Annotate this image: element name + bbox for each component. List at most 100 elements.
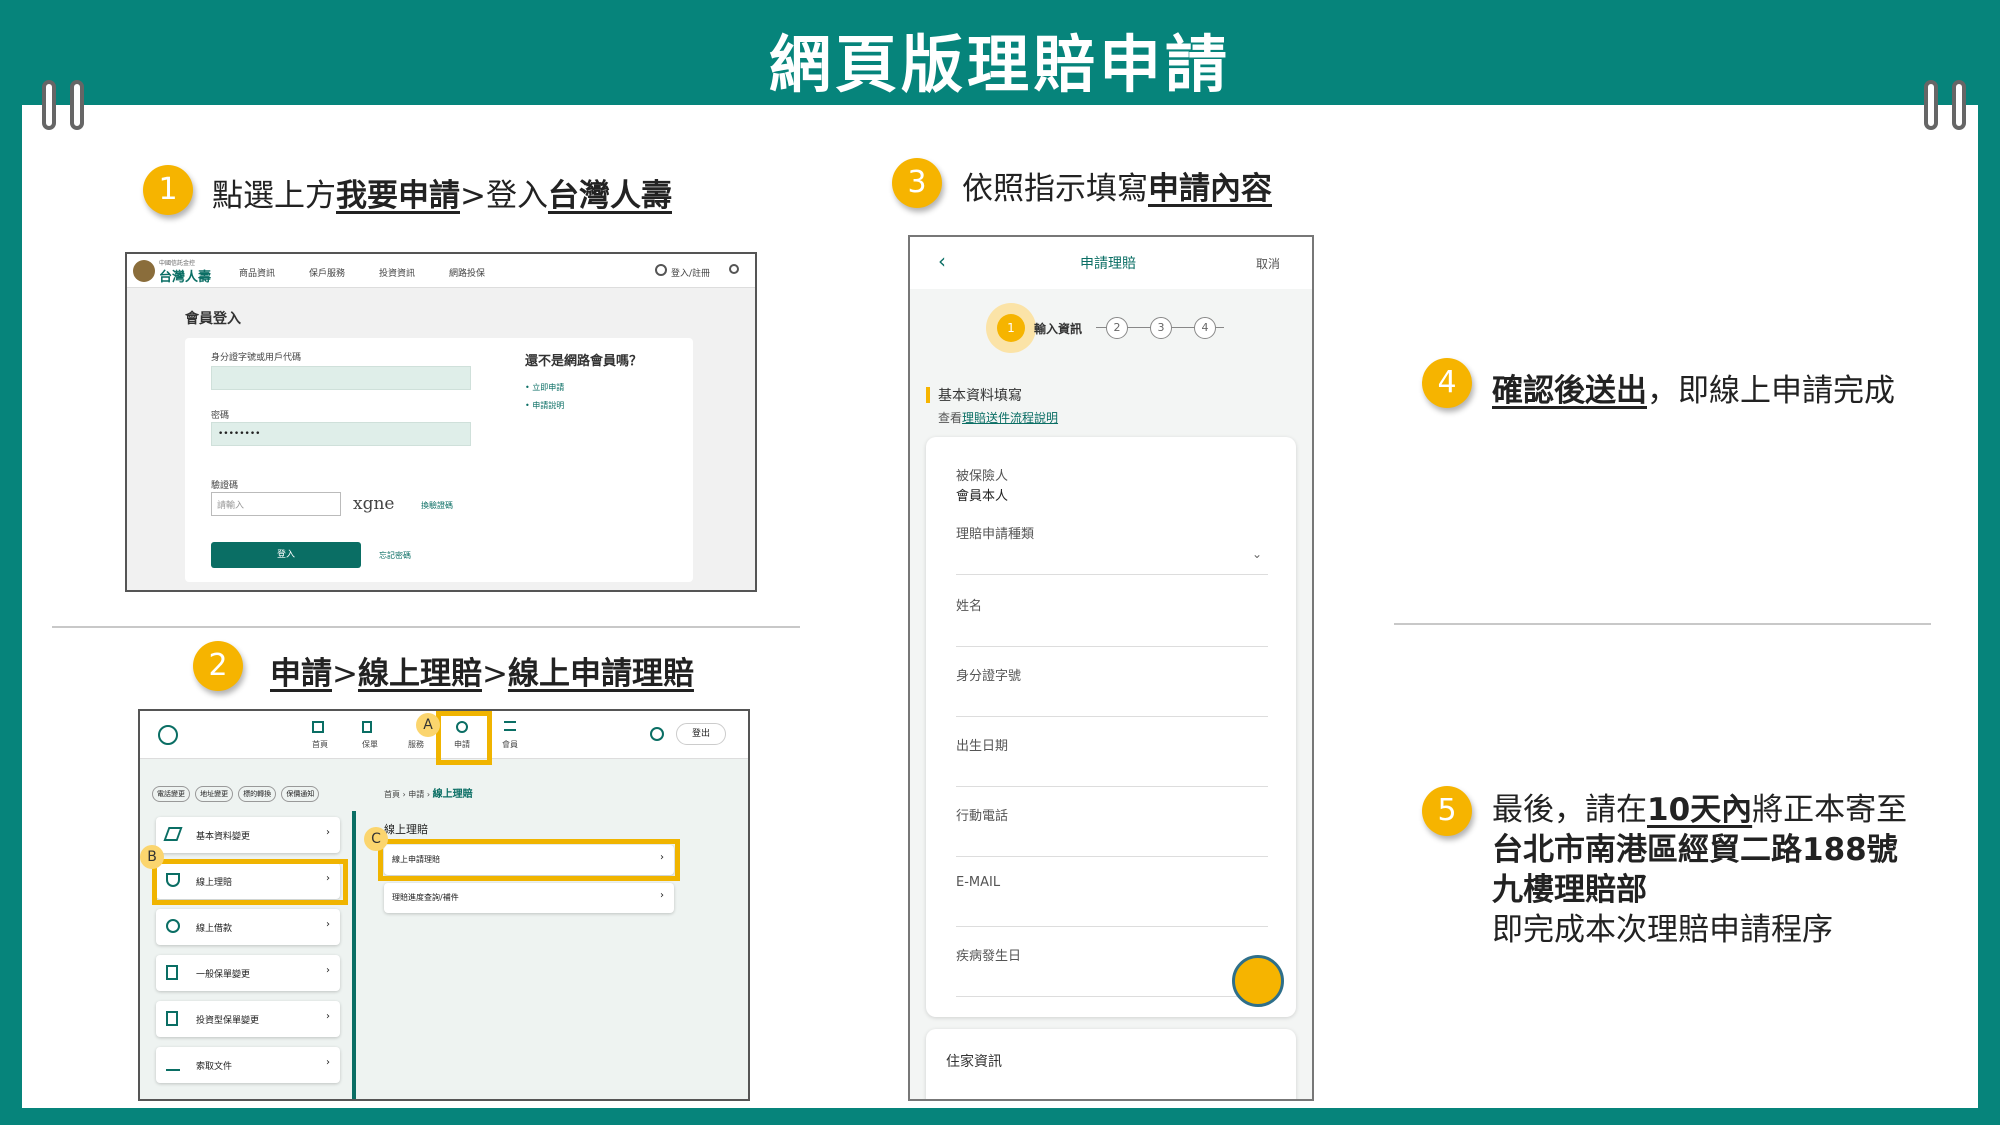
label-c: C <box>364 827 388 851</box>
step-1-text: 點選上方我要申請>登入台灣人壽 <box>212 178 672 214</box>
claim-form-screenshot: ‹ 申請理賠 取消 1 輸入資訊 2 3 4 基本資料填寫 查看理賠送件流程說明… <box>908 235 1314 1101</box>
binder-ring <box>42 80 56 130</box>
search-icon[interactable] <box>729 264 739 274</box>
step-3-text: 依照指示填寫申請內容 <box>962 171 1272 207</box>
menu-item[interactable]: 線上借款 › <box>156 909 340 945</box>
insured-label: 被保險人 <box>956 469 1009 484</box>
login-screenshot: 中國信託金控 台灣人壽 商品資訊 保戶服務 投資資訊 網路投保 登入/註冊 會員… <box>125 252 757 592</box>
email-field[interactable]: E-MAIL <box>956 875 1268 927</box>
chip[interactable]: 標的轉換 <box>238 786 277 802</box>
menu-item[interactable]: 一般保單變更 › <box>156 955 340 991</box>
menu-icon <box>504 721 516 731</box>
progress-step-label: 輸入資訊 <box>1034 322 1083 336</box>
process-guide-link[interactable]: 理賠送件流程說明 <box>962 411 1058 425</box>
document-icon <box>166 965 178 980</box>
nav-item[interactable]: 投資資訊 <box>379 266 415 279</box>
id-number-field[interactable]: 身分證字號 <box>956 665 1268 717</box>
menu-item[interactable]: 基本資料變更 › <box>156 817 340 853</box>
insured-value: 會員本人 <box>956 489 1009 504</box>
menu-label: 投資型保單變更 <box>196 1016 260 1026</box>
binder-ring <box>1924 80 1938 130</box>
apply-guide-link[interactable]: • 申請說明 <box>525 400 564 411</box>
highlight-online-claim <box>152 859 348 905</box>
progress-step: 3 <box>1150 317 1172 339</box>
menu-item[interactable]: 索取文件 › <box>156 1047 340 1083</box>
progress-step: 2 <box>1106 317 1128 339</box>
section-title: 線上理賠 <box>384 823 428 836</box>
binder-ring <box>70 80 84 130</box>
nav-home[interactable]: 首頁 <box>312 739 328 750</box>
step-3-badge: 3 <box>892 158 942 208</box>
home-info-card: 住家資訊 <box>926 1029 1296 1099</box>
apply-now-link[interactable]: • 立即申請 <box>525 382 564 393</box>
submenu-claim-status[interactable]: 理賠進度查詢/補件 › <box>384 883 674 913</box>
cancel-button[interactable]: 取消 <box>1256 255 1280 272</box>
label-a: A <box>416 713 440 737</box>
divider <box>52 626 800 628</box>
chip[interactable]: 保價通知 <box>281 786 320 802</box>
step-2-text: 申請>線上理賠>線上申請理賠 <box>270 656 694 692</box>
captcha-image: xgne <box>353 494 395 514</box>
menu-label: 基本資料變更 <box>196 832 251 842</box>
login-register-link[interactable]: 登入/註冊 <box>671 266 710 279</box>
back-icon[interactable]: ‹ <box>938 249 946 273</box>
quick-chips: 電話變更 地址變更 標的轉換 保價通知 <box>152 781 342 802</box>
home-icon <box>312 721 324 733</box>
password-input[interactable]: •••••••• <box>211 422 471 446</box>
mobile-field[interactable]: 行動電話 <box>956 805 1268 857</box>
menu-item[interactable]: 投資型保單變更 › <box>156 1001 340 1037</box>
loan-icon <box>166 919 180 933</box>
id-label: 身分證字號或用戶代碼 <box>211 353 302 363</box>
step-4-badge: 4 <box>1422 358 1472 408</box>
phone-icon[interactable] <box>158 725 178 745</box>
menu-divider <box>352 811 356 1099</box>
section-marker <box>926 387 930 403</box>
logout-button[interactable]: 登出 <box>676 723 726 745</box>
login-card: 身分證字號或用戶代碼 密碼 •••••••• 驗證碼 請輸入 xgne 換驗證碼… <box>185 338 693 582</box>
captcha-input[interactable]: 請輸入 <box>211 492 341 516</box>
nav-member[interactable]: 會員 <box>502 739 518 750</box>
download-icon <box>166 1057 180 1071</box>
step-4-text: 確認後送出，即線上申請完成 <box>1492 373 1895 409</box>
step-5-text: 最後，請在10天內將正本寄至 台北市南港區經貿二路188號 九樓理賠部 即完成本… <box>1492 792 1908 948</box>
nav-item[interactable]: 保戶服務 <box>309 266 345 279</box>
chat-icon[interactable] <box>650 727 664 741</box>
menu-label: 線上借款 <box>196 924 233 934</box>
mascot-chat-icon[interactable] <box>1232 955 1284 1007</box>
company-logo-icon <box>133 260 155 282</box>
nav-item[interactable]: 商品資訊 <box>239 266 275 279</box>
birth-date-field[interactable]: 出生日期 <box>956 735 1268 787</box>
progress-step-active: 1 <box>997 314 1025 342</box>
chevron-down-icon: ⌄ <box>1252 547 1263 561</box>
nav-service[interactable]: 服務 <box>408 739 424 750</box>
section-title: 基本資料填寫 <box>938 388 1022 404</box>
step-1-badge: 1 <box>143 165 193 215</box>
menu-label: 一般保單變更 <box>196 970 251 980</box>
chip[interactable]: 電話變更 <box>152 786 190 802</box>
illness-date-field[interactable]: 疾病發生日 <box>956 945 1268 997</box>
captcha-label: 驗證碼 <box>211 481 239 491</box>
claim-type-select[interactable]: 理賠申請種類 ⌄ <box>956 523 1268 575</box>
chip[interactable]: 地址變更 <box>195 786 234 802</box>
breadcrumb: 首頁 › 申請 › 線上理賠 <box>384 789 473 800</box>
submenu-label: 理賠進度查詢/補件 <box>392 893 459 902</box>
not-member-heading: 還不是網路會員嗎？ <box>525 354 643 369</box>
nav-item[interactable]: 網路投保 <box>449 266 485 279</box>
claim-menu-screenshot: 首頁 保單 服務 申請 會員 登出 A 電話變更 地址變更 標的轉換 保價通知 … <box>138 709 750 1101</box>
login-button[interactable]: 登入 <box>211 542 361 568</box>
step-2-badge: 2 <box>193 641 243 691</box>
user-icon <box>655 264 667 276</box>
forgot-password-link[interactable]: 忘記密碼 <box>379 550 411 561</box>
binder-ring <box>1952 80 1966 130</box>
captcha-refresh-link[interactable]: 換驗證碼 <box>421 500 453 511</box>
form-header: 申請理賠 <box>1080 256 1136 272</box>
name-field[interactable]: 姓名 <box>956 595 1268 647</box>
id-input[interactable] <box>211 366 471 390</box>
progress-step: 4 <box>1194 317 1216 339</box>
edit-icon <box>163 827 183 841</box>
highlight-submenu <box>378 839 680 881</box>
home-info-title: 住家資訊 <box>946 1054 1002 1070</box>
nav-policy[interactable]: 保單 <box>362 739 378 750</box>
highlight-apply <box>436 711 492 765</box>
form-card: 被保險人 會員本人 理賠申請種類 ⌄ 姓名 身分證字號 出生日期 行動電話 E-M… <box>926 437 1296 1017</box>
